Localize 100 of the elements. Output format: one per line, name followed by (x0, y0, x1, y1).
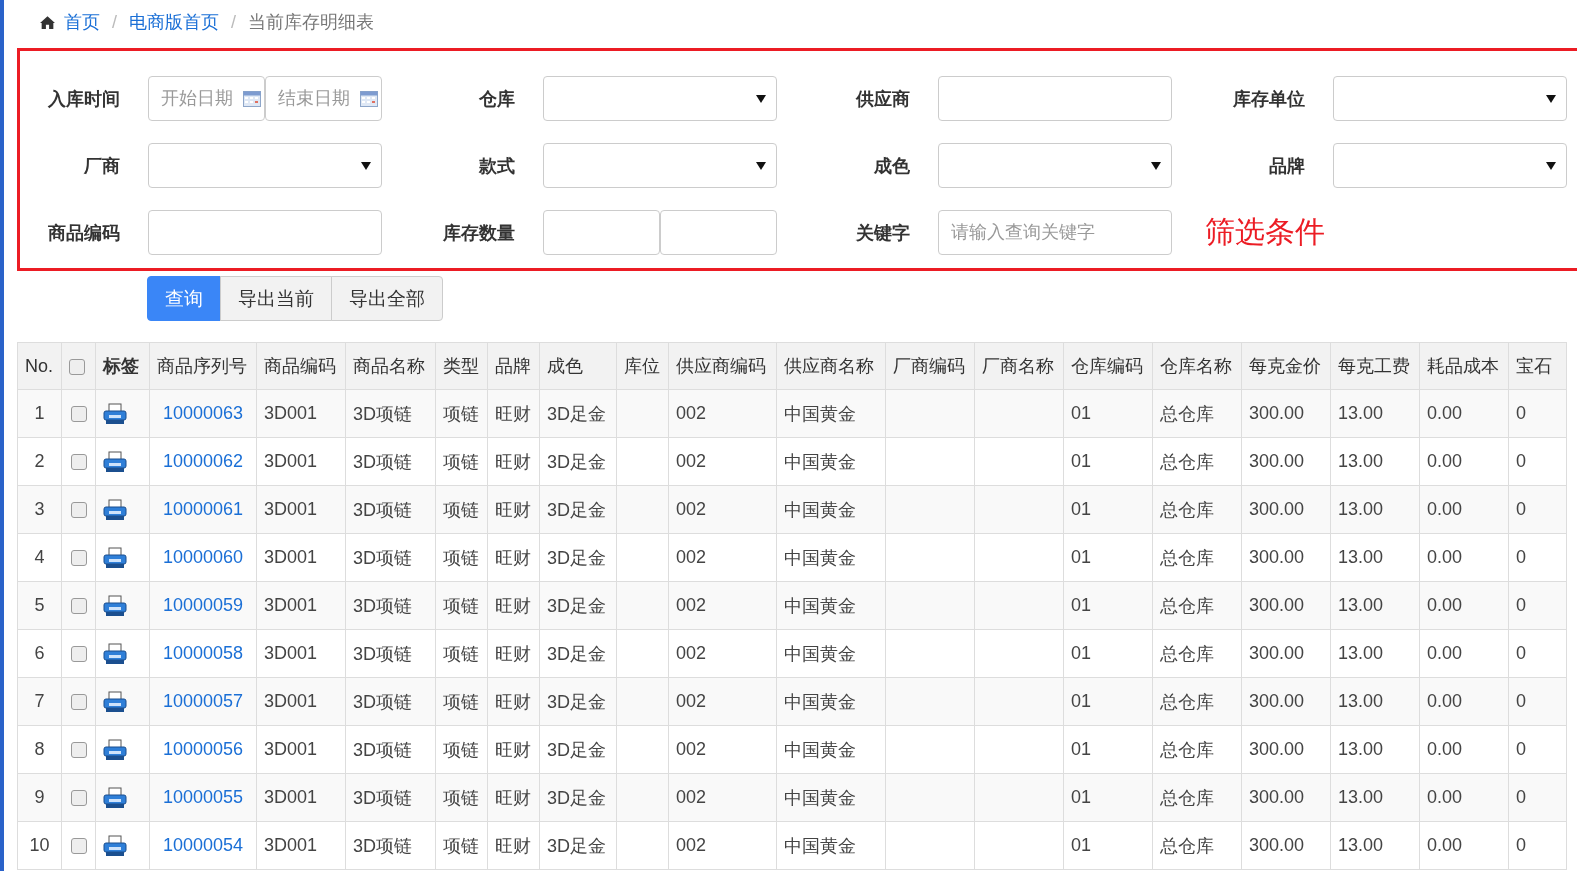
checkbox[interactable] (70, 502, 87, 519)
table-cell: 项链 (435, 437, 488, 486)
number-field[interactable] (660, 210, 777, 255)
select-field[interactable] (543, 76, 777, 121)
table-cell: 300.00 (1241, 581, 1331, 630)
table-cell: 0 (1508, 773, 1567, 822)
text-field[interactable]: 请输入查询关键字 (938, 210, 1172, 255)
table-cell: 项链 (435, 821, 488, 870)
table-cell: 中国黄金 (776, 581, 886, 630)
table-cell: 总仓库 (1152, 581, 1242, 630)
table-cell: 3D项链 (345, 725, 436, 774)
table-cell: 01 (1063, 677, 1153, 726)
action-button[interactable]: 导出全部 (331, 276, 443, 321)
table-cell: 3D项链 (345, 437, 436, 486)
action-button[interactable]: 导出当前 (220, 276, 332, 321)
column-header: 每克金价 (1241, 342, 1331, 390)
checkbox[interactable] (70, 550, 87, 567)
table-cell: 3D001 (256, 389, 346, 438)
table-cell: 项链 (435, 485, 488, 534)
printer-icon[interactable] (103, 402, 127, 425)
table-cell: 01 (1063, 581, 1153, 630)
row-number: 8 (17, 725, 62, 774)
column-header: 供应商编码 (668, 342, 777, 390)
breadcrumb-link[interactable]: 电商版首页 (129, 10, 219, 34)
column-header: 厂商编码 (885, 342, 975, 390)
date-field[interactable]: 开始日期 (148, 76, 265, 121)
table-cell: 3D001 (256, 437, 346, 486)
select-field[interactable] (938, 143, 1172, 188)
table-cell: 002 (668, 821, 777, 870)
table-cell: 总仓库 (1152, 389, 1242, 438)
annotation-text: 筛选条件 (1205, 214, 1325, 250)
table-cell: 3D001 (256, 533, 346, 582)
printer-icon[interactable] (103, 642, 127, 665)
printer-icon[interactable] (103, 546, 127, 569)
checkbox[interactable] (70, 406, 87, 423)
calendar-icon (243, 91, 261, 107)
column-header: 耗品成本 (1419, 342, 1509, 390)
field-label: 入库时间 (47, 87, 120, 111)
printer-icon[interactable] (103, 738, 127, 761)
table-cell: 中国黄金 (776, 437, 886, 486)
table-cell: 13.00 (1330, 773, 1420, 822)
column-header: 仓库名称 (1152, 342, 1242, 390)
table-cell: 01 (1063, 389, 1153, 438)
printer-icon[interactable] (103, 786, 127, 809)
table-cell: 3D足金 (539, 821, 617, 870)
table-cell: 0.00 (1419, 485, 1509, 534)
checkbox[interactable] (70, 454, 87, 471)
printer-icon[interactable] (103, 690, 127, 713)
table-cell: 13.00 (1330, 677, 1420, 726)
table-cell: 0 (1508, 581, 1567, 630)
printer-icon[interactable] (103, 498, 127, 521)
column-header: 库位 (616, 342, 669, 390)
text-field[interactable] (938, 76, 1172, 121)
table-cell: 项链 (435, 581, 488, 630)
table-cell: 002 (668, 389, 777, 438)
checkbox[interactable] (70, 598, 87, 615)
checkbox[interactable] (70, 838, 87, 855)
checkbox[interactable] (69, 358, 85, 375)
select-field[interactable] (148, 143, 382, 188)
table-cell: 13.00 (1330, 629, 1420, 678)
select-field[interactable] (1333, 143, 1567, 188)
caret-icon (756, 94, 766, 103)
breadcrumb-link[interactable]: 首页 (64, 10, 100, 34)
date-field[interactable]: 结束日期 (265, 76, 382, 121)
column-header: 品牌 (487, 342, 540, 390)
select-field[interactable] (1333, 76, 1567, 121)
table-cell: 300.00 (1241, 677, 1331, 726)
printer-icon[interactable] (103, 594, 127, 617)
table-cell: 300.00 (1241, 725, 1331, 774)
select-field[interactable] (543, 143, 777, 188)
table-cell: 旺财 (487, 389, 540, 438)
column-header: 供应商名称 (776, 342, 886, 390)
table-cell: 3D001 (256, 821, 346, 870)
text-field[interactable] (148, 210, 382, 255)
row-number: 3 (17, 485, 62, 534)
number-field[interactable] (543, 210, 660, 255)
table-cell: 01 (1063, 533, 1153, 582)
checkbox[interactable] (70, 742, 87, 759)
table-cell: 0 (1508, 389, 1567, 438)
table-cell: 002 (668, 485, 777, 534)
table-cell: 13.00 (1330, 821, 1420, 870)
table-cell: 13.00 (1330, 389, 1420, 438)
checkbox[interactable] (70, 790, 87, 807)
table-cell: 002 (668, 533, 777, 582)
table-cell: 3D项链 (345, 629, 436, 678)
table-cell: 总仓库 (1152, 677, 1242, 726)
breadcrumb-separator: / (231, 11, 237, 33)
checkbox[interactable] (70, 694, 87, 711)
table-cell: 3D项链 (345, 677, 436, 726)
table-cell: 总仓库 (1152, 821, 1242, 870)
table-cell: 中国黄金 (776, 485, 886, 534)
action-button[interactable]: 查询 (147, 276, 221, 321)
breadcrumb-separator: / (112, 11, 117, 33)
table-cell: 3D足金 (539, 485, 617, 534)
printer-icon[interactable] (103, 450, 127, 473)
checkbox[interactable] (70, 646, 87, 663)
table-cell: 项链 (435, 389, 488, 438)
table-cell: 总仓库 (1152, 629, 1242, 678)
column-header: 商品编码 (256, 342, 346, 390)
printer-icon[interactable] (103, 834, 127, 857)
